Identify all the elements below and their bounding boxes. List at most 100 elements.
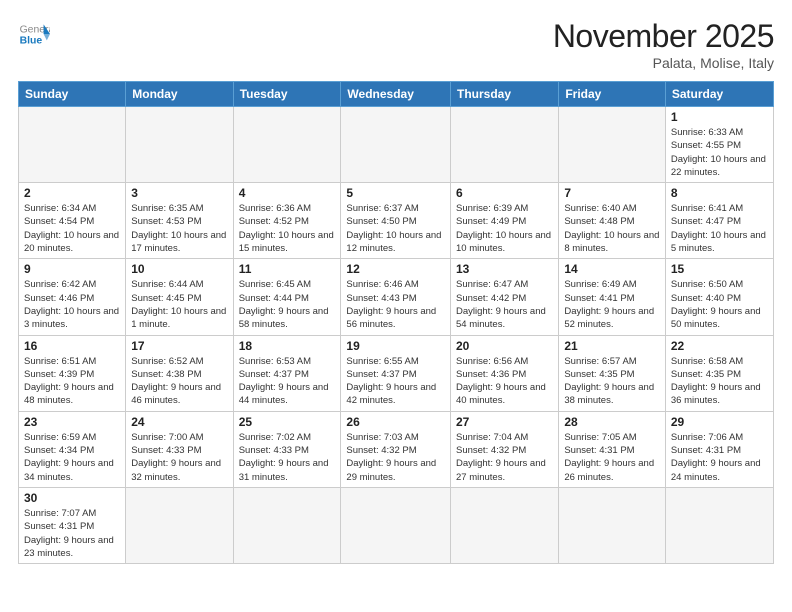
calendar-day-cell: 6 Sunrise: 6:39 AM Sunset: 4:49 PM Daylig… xyxy=(451,183,559,259)
day-info: Sunrise: 6:39 AM Sunset: 4:49 PM Dayligh… xyxy=(456,202,553,255)
calendar-day-cell xyxy=(19,107,126,183)
day-info: Sunrise: 6:57 AM Sunset: 4:35 PM Dayligh… xyxy=(564,355,660,408)
day-info: Sunrise: 6:41 AM Sunset: 4:47 PM Dayligh… xyxy=(671,202,768,255)
day-info: Sunrise: 6:50 AM Sunset: 4:40 PM Dayligh… xyxy=(671,278,768,331)
calendar-day-cell: 3 Sunrise: 6:35 AM Sunset: 4:53 PM Daylig… xyxy=(126,183,233,259)
day-number: 5 xyxy=(346,186,445,200)
day-number: 12 xyxy=(346,262,445,276)
calendar-day-cell: 17 Sunrise: 6:52 AM Sunset: 4:38 PM Dayli… xyxy=(126,335,233,411)
weekday-header-row: Sunday Monday Tuesday Wednesday Thursday… xyxy=(19,82,774,107)
calendar-day-cell: 20Sunrise: 6:56 AM Sunset: 4:36 PM Dayli… xyxy=(451,335,559,411)
calendar-subtitle: Palata, Molise, Italy xyxy=(553,55,774,71)
day-info: Sunrise: 6:51 AM Sunset: 4:39 PM Dayligh… xyxy=(24,355,120,408)
calendar-day-cell: 30 Sunrise: 7:07 AM Sunset: 4:31 PM Dayli… xyxy=(19,487,126,563)
day-number: 8 xyxy=(671,186,768,200)
day-number: 6 xyxy=(456,186,553,200)
day-info: Sunrise: 6:53 AM Sunset: 4:37 PM Dayligh… xyxy=(239,355,336,408)
day-number: 1 xyxy=(671,110,768,124)
day-number: 7 xyxy=(564,186,660,200)
header-sunday: Sunday xyxy=(19,82,126,107)
day-info: Sunrise: 6:46 AM Sunset: 4:43 PM Dayligh… xyxy=(346,278,445,331)
day-info: Sunrise: 7:07 AM Sunset: 4:31 PM Dayligh… xyxy=(24,507,120,560)
calendar-title: November 2025 xyxy=(553,18,774,55)
calendar-day-cell xyxy=(233,487,341,563)
day-info: Sunrise: 6:58 AM Sunset: 4:35 PM Dayligh… xyxy=(671,355,768,408)
calendar-day-cell: 28Sunrise: 7:05 AM Sunset: 4:31 PM Dayli… xyxy=(559,411,666,487)
day-info: Sunrise: 6:44 AM Sunset: 4:45 PM Dayligh… xyxy=(131,278,227,331)
day-number: 21 xyxy=(564,339,660,353)
calendar-day-cell: 8 Sunrise: 6:41 AM Sunset: 4:47 PM Daylig… xyxy=(665,183,773,259)
calendar-week-row: 16Sunrise: 6:51 AM Sunset: 4:39 PM Dayli… xyxy=(19,335,774,411)
calendar-day-cell xyxy=(559,107,666,183)
day-info: Sunrise: 6:33 AM Sunset: 4:55 PM Dayligh… xyxy=(671,126,768,179)
day-info: Sunrise: 6:56 AM Sunset: 4:36 PM Dayligh… xyxy=(456,355,553,408)
day-info: Sunrise: 6:45 AM Sunset: 4:44 PM Dayligh… xyxy=(239,278,336,331)
calendar-day-cell: 1 Sunrise: 6:33 AM Sunset: 4:55 PM Daylig… xyxy=(665,107,773,183)
header-friday: Friday xyxy=(559,82,666,107)
header: General Blue November 2025 Palata, Molis… xyxy=(18,18,774,71)
day-info: Sunrise: 6:40 AM Sunset: 4:48 PM Dayligh… xyxy=(564,202,660,255)
calendar-day-cell xyxy=(451,107,559,183)
calendar-day-cell: 4Sunrise: 6:36 AM Sunset: 4:52 PM Daylig… xyxy=(233,183,341,259)
day-number: 19 xyxy=(346,339,445,353)
header-monday: Monday xyxy=(126,82,233,107)
header-thursday: Thursday xyxy=(451,82,559,107)
calendar-day-cell: 13Sunrise: 6:47 AM Sunset: 4:42 PM Dayli… xyxy=(451,259,559,335)
calendar-day-cell xyxy=(559,487,666,563)
calendar-day-cell xyxy=(233,107,341,183)
day-number: 29 xyxy=(671,415,768,429)
calendar-week-row: 23 Sunrise: 6:59 AM Sunset: 4:34 PM Dayli… xyxy=(19,411,774,487)
day-info: Sunrise: 7:02 AM Sunset: 4:33 PM Dayligh… xyxy=(239,431,336,484)
calendar-day-cell: 9Sunrise: 6:42 AM Sunset: 4:46 PM Daylig… xyxy=(19,259,126,335)
day-info: Sunrise: 6:55 AM Sunset: 4:37 PM Dayligh… xyxy=(346,355,445,408)
calendar-day-cell: 12 Sunrise: 6:46 AM Sunset: 4:43 PM Dayli… xyxy=(341,259,451,335)
svg-text:Blue: Blue xyxy=(20,36,43,47)
day-number: 10 xyxy=(131,262,227,276)
day-number: 13 xyxy=(456,262,553,276)
calendar-day-cell xyxy=(126,107,233,183)
calendar-day-cell xyxy=(665,487,773,563)
day-number: 3 xyxy=(131,186,227,200)
day-number: 24 xyxy=(131,415,227,429)
calendar-week-row: 30 Sunrise: 7:07 AM Sunset: 4:31 PM Dayli… xyxy=(19,487,774,563)
calendar-day-cell: 25 Sunrise: 7:02 AM Sunset: 4:33 PM Dayli… xyxy=(233,411,341,487)
day-number: 27 xyxy=(456,415,553,429)
day-number: 26 xyxy=(346,415,445,429)
logo: General Blue xyxy=(18,18,50,50)
day-number: 23 xyxy=(24,415,120,429)
header-saturday: Saturday xyxy=(665,82,773,107)
day-number: 17 xyxy=(131,339,227,353)
calendar-table: Sunday Monday Tuesday Wednesday Thursday… xyxy=(18,81,774,564)
calendar-day-cell: 23 Sunrise: 6:59 AM Sunset: 4:34 PM Dayli… xyxy=(19,411,126,487)
day-info: Sunrise: 7:00 AM Sunset: 4:33 PM Dayligh… xyxy=(131,431,227,484)
calendar-day-cell: 16Sunrise: 6:51 AM Sunset: 4:39 PM Dayli… xyxy=(19,335,126,411)
day-info: Sunrise: 6:35 AM Sunset: 4:53 PM Dayligh… xyxy=(131,202,227,255)
day-number: 4 xyxy=(239,186,336,200)
page: General Blue November 2025 Palata, Molis… xyxy=(0,0,792,612)
day-number: 15 xyxy=(671,262,768,276)
calendar-day-cell: 10 Sunrise: 6:44 AM Sunset: 4:45 PM Dayli… xyxy=(126,259,233,335)
day-info: Sunrise: 6:42 AM Sunset: 4:46 PM Dayligh… xyxy=(24,278,120,331)
calendar-week-row: 9Sunrise: 6:42 AM Sunset: 4:46 PM Daylig… xyxy=(19,259,774,335)
day-info: Sunrise: 6:59 AM Sunset: 4:34 PM Dayligh… xyxy=(24,431,120,484)
calendar-day-cell: 21 Sunrise: 6:57 AM Sunset: 4:35 PM Dayli… xyxy=(559,335,666,411)
day-number: 30 xyxy=(24,491,120,505)
calendar-day-cell: 7 Sunrise: 6:40 AM Sunset: 4:48 PM Daylig… xyxy=(559,183,666,259)
calendar-day-cell: 2Sunrise: 6:34 AM Sunset: 4:54 PM Daylig… xyxy=(19,183,126,259)
calendar-day-cell: 15 Sunrise: 6:50 AM Sunset: 4:40 PM Dayli… xyxy=(665,259,773,335)
calendar-day-cell: 19 Sunrise: 6:55 AM Sunset: 4:37 PM Dayli… xyxy=(341,335,451,411)
logo-icon: General Blue xyxy=(18,18,50,50)
day-info: Sunrise: 6:49 AM Sunset: 4:41 PM Dayligh… xyxy=(564,278,660,331)
day-number: 11 xyxy=(239,262,336,276)
day-number: 18 xyxy=(239,339,336,353)
day-info: Sunrise: 7:03 AM Sunset: 4:32 PM Dayligh… xyxy=(346,431,445,484)
calendar-week-row: 1 Sunrise: 6:33 AM Sunset: 4:55 PM Daylig… xyxy=(19,107,774,183)
calendar-day-cell: 22 Sunrise: 6:58 AM Sunset: 4:35 PM Dayli… xyxy=(665,335,773,411)
calendar-day-cell xyxy=(126,487,233,563)
day-info: Sunrise: 6:52 AM Sunset: 4:38 PM Dayligh… xyxy=(131,355,227,408)
day-number: 22 xyxy=(671,339,768,353)
calendar-day-cell: 27Sunrise: 7:04 AM Sunset: 4:32 PM Dayli… xyxy=(451,411,559,487)
day-number: 25 xyxy=(239,415,336,429)
day-number: 28 xyxy=(564,415,660,429)
calendar-day-cell xyxy=(341,487,451,563)
